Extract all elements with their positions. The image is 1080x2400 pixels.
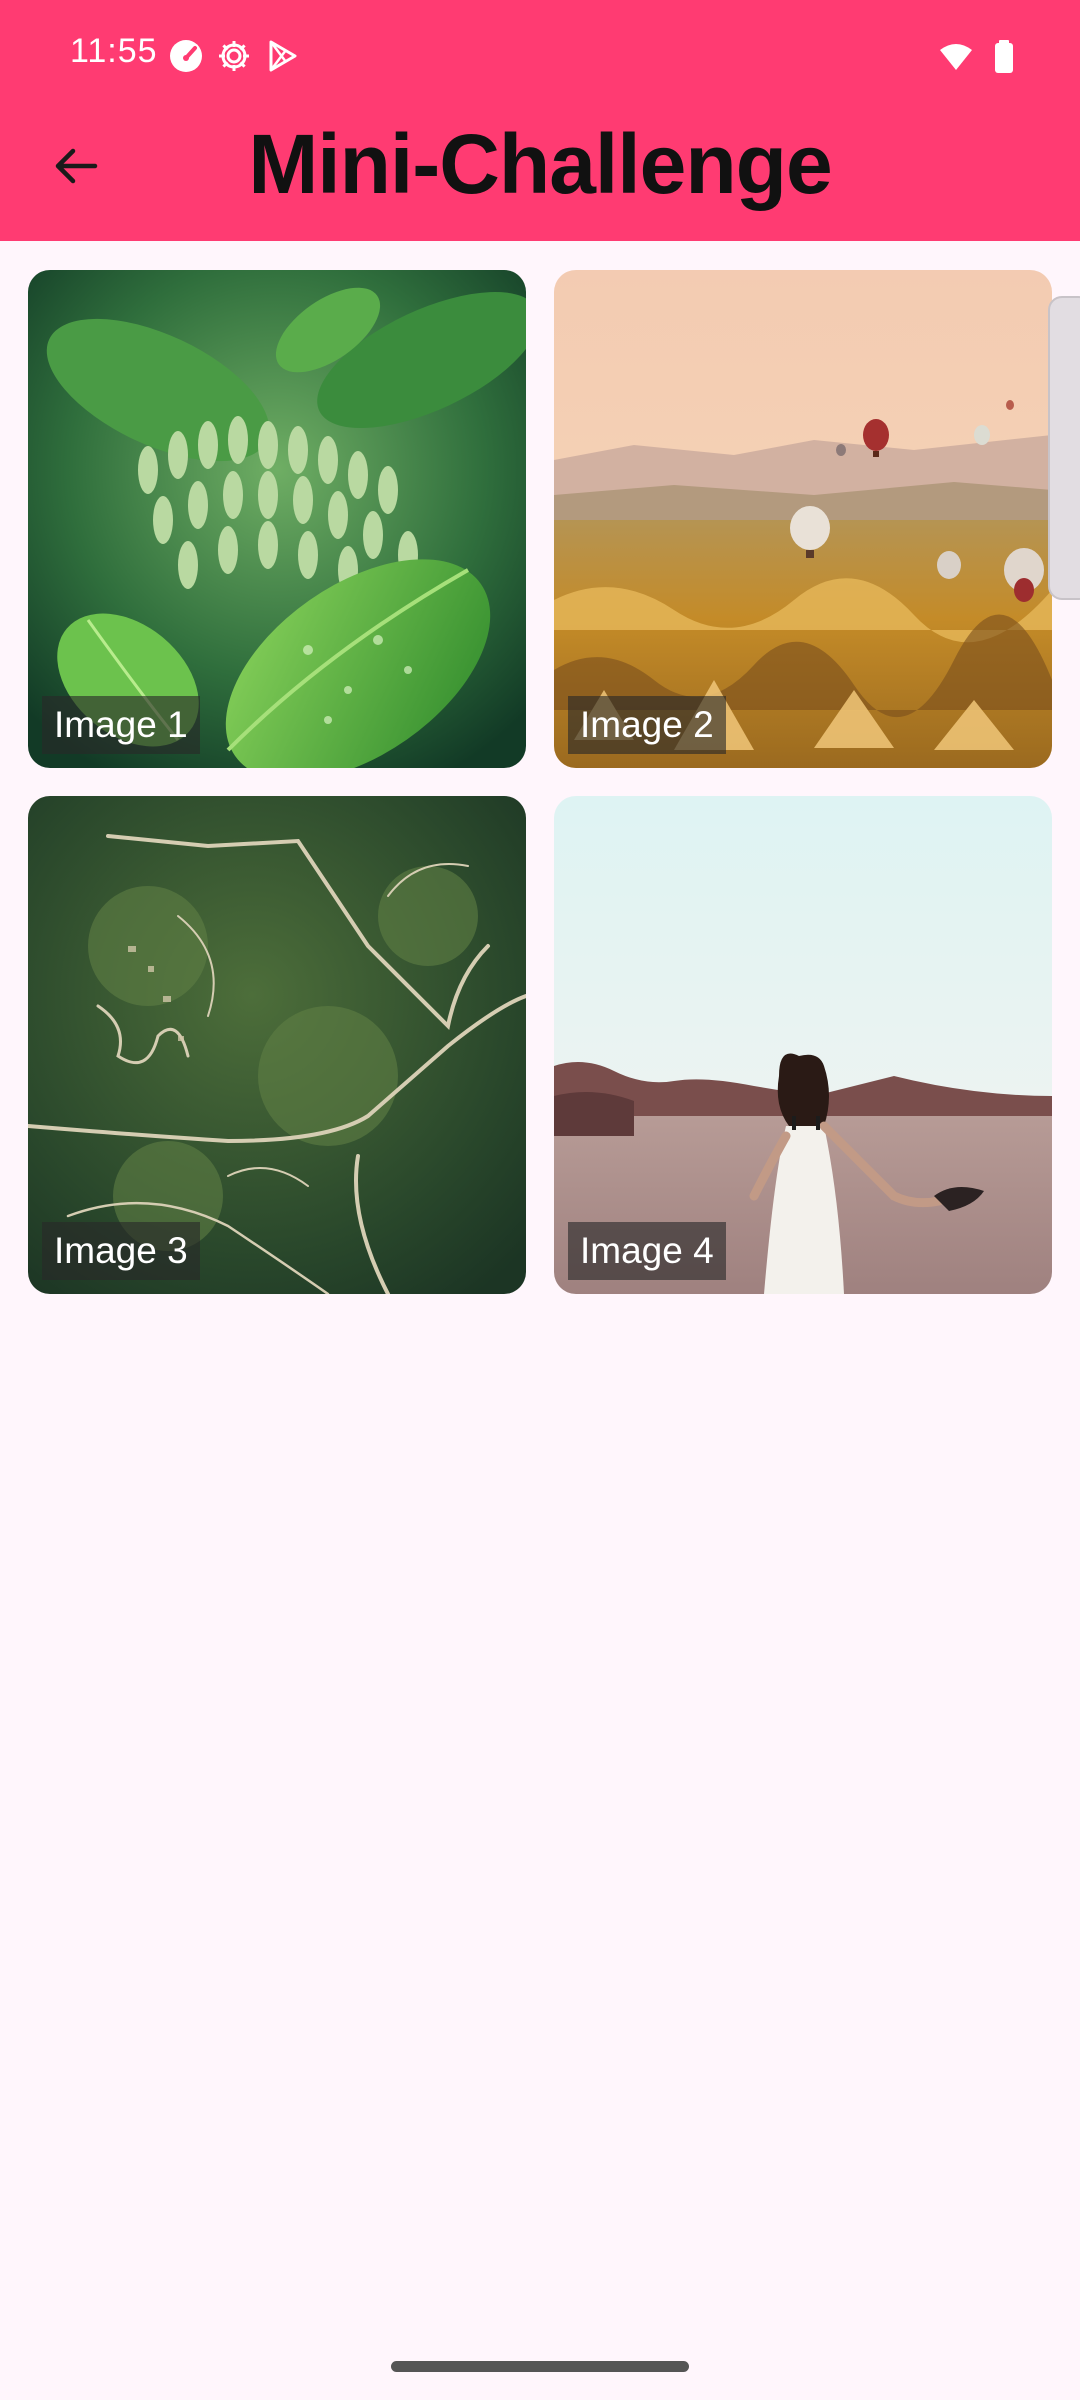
gesture-navigation-bar[interactable] xyxy=(391,2361,689,2372)
tile-label: Image 4 xyxy=(568,1222,726,1280)
tile-label: Image 3 xyxy=(42,1222,200,1280)
image-tile-3[interactable]: Image 3 xyxy=(28,796,526,1294)
play-store-icon xyxy=(264,38,300,74)
balloons-valley-image xyxy=(554,270,1052,768)
image-tile-1[interactable]: Image 1 xyxy=(28,270,526,768)
aerial-roads-image xyxy=(28,796,526,1294)
leaves-image xyxy=(28,270,526,768)
scroll-handle[interactable] xyxy=(1048,296,1080,600)
tile-label: Image 2 xyxy=(568,696,726,754)
status-time: 11:55 xyxy=(70,32,158,70)
image-tile-4[interactable]: Image 4 xyxy=(554,796,1052,1294)
wifi-icon xyxy=(938,38,974,74)
status-bar: 11:55 xyxy=(0,0,1080,110)
image-tile-2[interactable]: Image 2 xyxy=(554,270,1052,768)
page-title: Mini-Challenge xyxy=(248,117,832,211)
battery-icon xyxy=(986,38,1022,74)
screen: 11:55 Mini-Challenge Image 1 Image 2 Ima… xyxy=(0,0,1080,2400)
top-bar: 11:55 Mini-Challenge xyxy=(0,0,1080,241)
woman-desert-image xyxy=(554,796,1052,1294)
gear-icon xyxy=(216,38,252,74)
tile-label: Image 1 xyxy=(42,696,200,754)
speedometer-icon xyxy=(168,38,204,74)
app-bar: Mini-Challenge xyxy=(0,110,1080,241)
